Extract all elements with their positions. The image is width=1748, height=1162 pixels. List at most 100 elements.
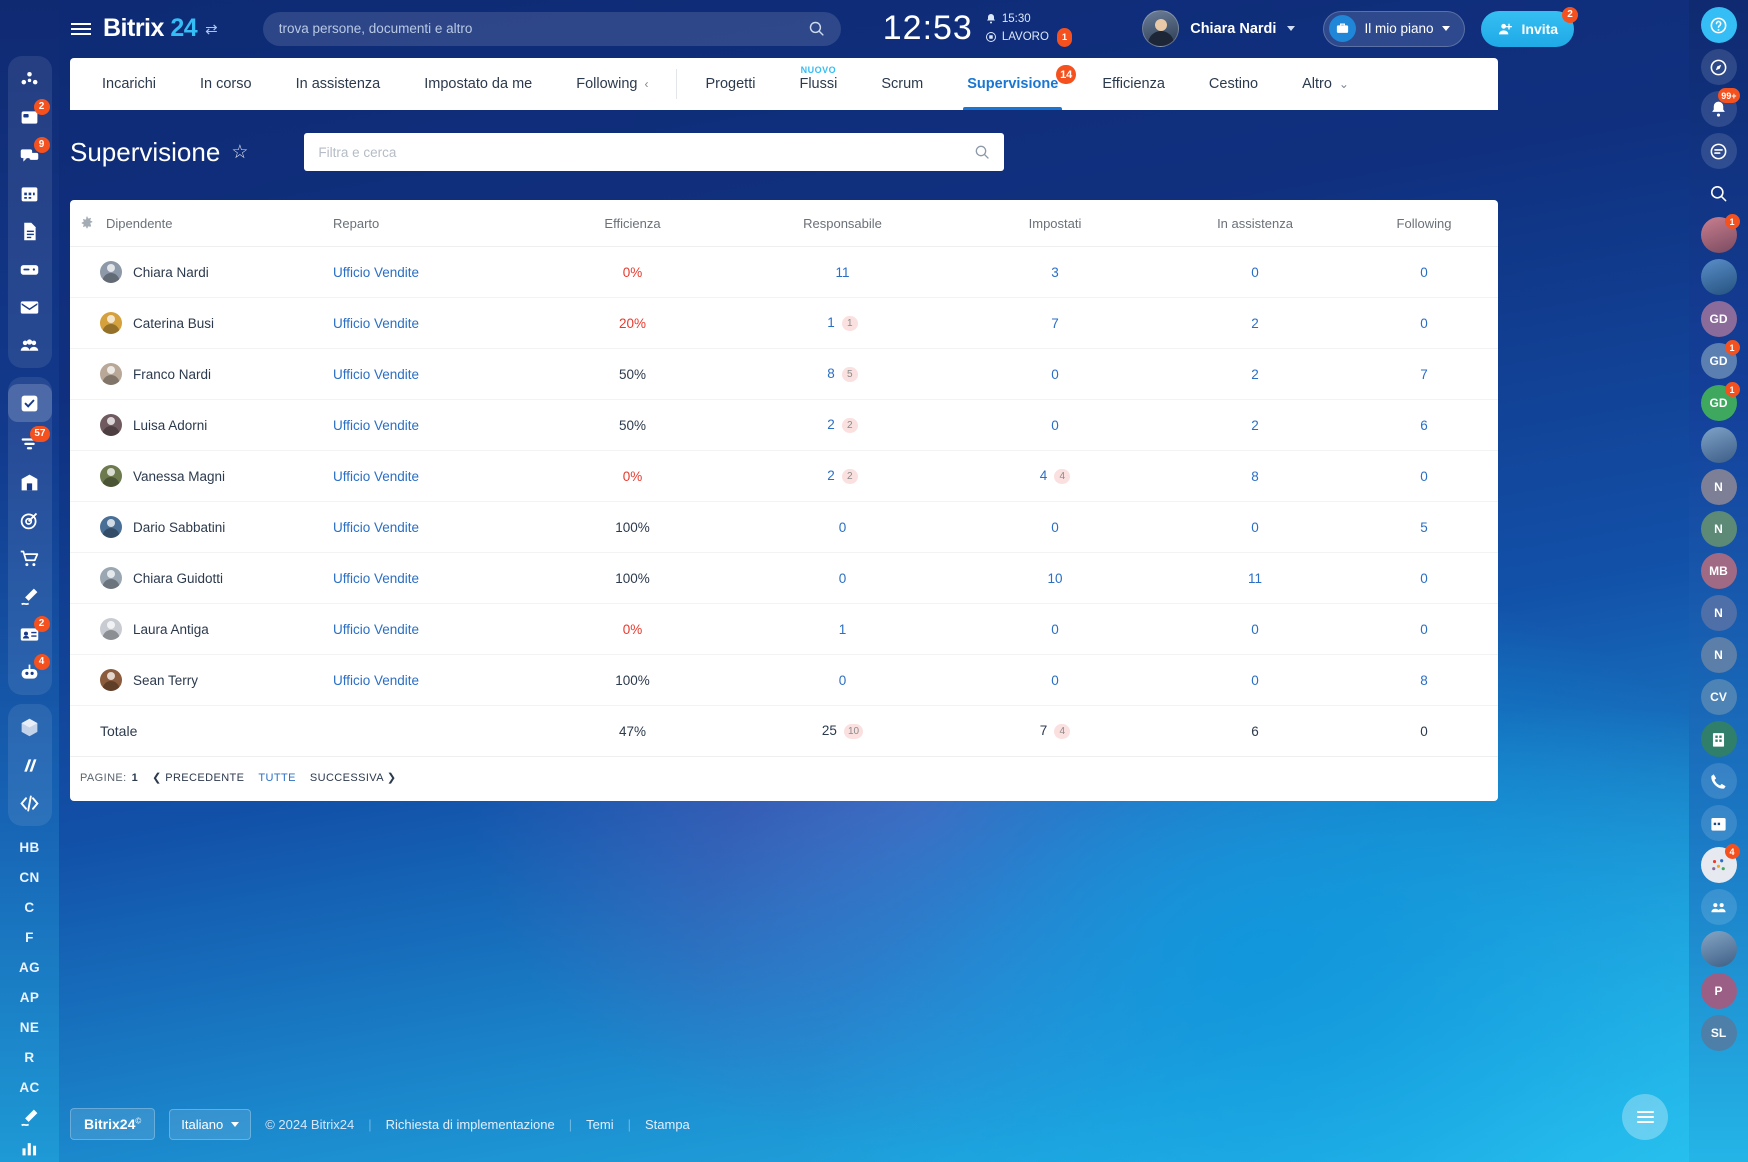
signature-icon[interactable] xyxy=(8,580,52,612)
initials-sl[interactable]: SL xyxy=(1701,1015,1737,1051)
phone-icon[interactable] xyxy=(1701,763,1737,799)
avatar4-icon[interactable] xyxy=(1701,931,1737,967)
initials-n3[interactable]: N xyxy=(1701,595,1737,631)
in-assistenza-value[interactable]: 2 xyxy=(1251,418,1259,433)
impostati-value[interactable]: 0 xyxy=(1051,622,1059,637)
compass-icon[interactable] xyxy=(1701,49,1737,85)
department-link[interactable]: Ufficio Vendite xyxy=(333,571,419,586)
department-link[interactable]: Ufficio Vendite xyxy=(333,469,419,484)
in-assistenza-value[interactable]: 0 xyxy=(1251,622,1259,637)
tab-in-corso[interactable]: In corso xyxy=(178,58,274,110)
sidebar-letter-ap[interactable]: AP xyxy=(8,986,52,1010)
chevron-down-icon[interactable] xyxy=(231,1122,239,1127)
table-row[interactable]: Vanessa MagniUfficio Vendite0%224480 xyxy=(70,451,1498,502)
sidebar-letter-ne[interactable]: NE xyxy=(8,1015,52,1039)
table-row[interactable]: Laura AntigaUfficio Vendite0%1000 xyxy=(70,604,1498,655)
responsabile-value[interactable]: 0 xyxy=(839,673,847,688)
responsabile-value[interactable]: 11 xyxy=(835,265,849,280)
invite-button[interactable]: Invita 2 xyxy=(1481,11,1575,47)
funnel-icon[interactable]: 57 xyxy=(8,428,52,460)
sidebar-letter-ac[interactable]: AC xyxy=(8,1075,52,1099)
department-link[interactable]: Ufficio Vendite xyxy=(333,367,419,382)
signature2-icon[interactable] xyxy=(8,1105,52,1129)
company-icon[interactable] xyxy=(8,466,52,498)
confetti-icon[interactable]: 4 xyxy=(1701,847,1737,883)
initials-n1[interactable]: N xyxy=(1701,469,1737,505)
tasks-icon[interactable] xyxy=(8,384,52,422)
initials-gd1[interactable]: GD xyxy=(1701,301,1737,337)
responsabile-value[interactable]: 0 xyxy=(839,520,847,535)
news-icon[interactable]: 2 xyxy=(8,101,52,133)
calendar2-icon[interactable] xyxy=(1701,805,1737,841)
tab-altro[interactable]: Altro⌄ xyxy=(1280,58,1371,110)
table-row[interactable]: Caterina BusiUfficio Vendite20%11720 xyxy=(70,298,1498,349)
initials-n2[interactable]: N xyxy=(1701,511,1737,547)
department-link[interactable]: Ufficio Vendite xyxy=(333,622,419,637)
following-value[interactable]: 7 xyxy=(1420,367,1428,382)
following-value[interactable]: 6 xyxy=(1420,418,1428,433)
tab-efficienza[interactable]: Efficienza xyxy=(1080,58,1187,110)
bot-icon[interactable]: 4 xyxy=(8,656,52,688)
search-icon[interactable] xyxy=(1701,175,1737,211)
department-link[interactable]: Ufficio Vendite xyxy=(333,265,419,280)
table-row[interactable]: Dario SabbatiniUfficio Vendite100%0005 xyxy=(70,502,1498,553)
avatar[interactable] xyxy=(1142,10,1179,47)
tab-supervisione[interactable]: Supervisione14 xyxy=(945,58,1080,110)
initials-cv[interactable]: CV xyxy=(1701,679,1737,715)
people-icon[interactable] xyxy=(1701,889,1737,925)
responsabile-value[interactable]: 1 xyxy=(827,315,835,330)
following-value[interactable]: 8 xyxy=(1420,673,1428,688)
collapse-icon[interactable]: ‹ xyxy=(644,77,648,91)
in-assistenza-value[interactable]: 0 xyxy=(1251,265,1259,280)
impostati-value[interactable]: 10 xyxy=(1047,571,1062,586)
col-dipendente[interactable]: Dipendente xyxy=(70,200,325,247)
impostati-value[interactable]: 0 xyxy=(1051,418,1059,433)
impostati-value[interactable]: 3 xyxy=(1051,265,1059,280)
tab-incarichi[interactable]: Incarichi xyxy=(80,58,178,110)
department-link[interactable]: Ufficio Vendite xyxy=(333,418,419,433)
sidebar-letter-f[interactable]: F xyxy=(8,926,52,950)
responsabile-value[interactable]: 0 xyxy=(839,571,847,586)
avatar3-icon[interactable] xyxy=(1701,427,1737,463)
department-link[interactable]: Ufficio Vendite xyxy=(333,316,419,331)
footer-link-implementazione[interactable]: Richiesta di implementazione xyxy=(386,1117,555,1132)
impostati-value[interactable]: 0 xyxy=(1051,520,1059,535)
tab-following[interactable]: Following‹ xyxy=(554,58,670,110)
target-icon[interactable] xyxy=(8,504,52,536)
bell-icon[interactable]: 99+ xyxy=(1701,91,1737,127)
sidebar-letter-cn[interactable]: CN xyxy=(8,866,52,890)
in-assistenza-value[interactable]: 8 xyxy=(1251,469,1259,484)
department-link[interactable]: Ufficio Vendite xyxy=(333,673,419,688)
col-efficienza[interactable]: Efficienza xyxy=(530,200,735,247)
marketing-icon[interactable] xyxy=(8,749,52,781)
global-search[interactable] xyxy=(263,12,841,46)
col-responsabile[interactable]: Responsabile xyxy=(735,200,950,247)
code-icon[interactable] xyxy=(8,787,52,819)
my-plan-button[interactable]: Il mio piano xyxy=(1323,11,1464,47)
in-assistenza-value[interactable]: 0 xyxy=(1251,520,1259,535)
following-value[interactable]: 0 xyxy=(1420,571,1428,586)
filter-input[interactable] xyxy=(318,145,974,160)
building-icon[interactable] xyxy=(1701,721,1737,757)
in-assistenza-value[interactable]: 2 xyxy=(1251,316,1259,331)
drive-icon[interactable] xyxy=(8,253,52,285)
col-impostati[interactable]: Impostati xyxy=(950,200,1160,247)
tab-in-assistenza[interactable]: In assistenza xyxy=(274,58,403,110)
avatar2-icon[interactable] xyxy=(1701,259,1737,295)
initials-mb[interactable]: MB xyxy=(1701,553,1737,589)
sidebar-letter-hb[interactable]: HB xyxy=(8,836,52,860)
following-value[interactable]: 0 xyxy=(1420,316,1428,331)
box-icon[interactable] xyxy=(8,711,52,743)
table-row[interactable]: Chiara NardiUfficio Vendite0%11300 xyxy=(70,247,1498,298)
floating-menu-button[interactable] xyxy=(1622,1094,1668,1140)
filter-search-box[interactable] xyxy=(304,133,1004,171)
switch-portal-icon[interactable]: ⇄ xyxy=(205,20,218,38)
analytics-icon[interactable] xyxy=(8,1135,52,1159)
messages-icon[interactable] xyxy=(1701,133,1737,169)
table-row[interactable]: Chiara GuidottiUfficio Vendite100%010110 xyxy=(70,553,1498,604)
table-row[interactable]: Franco NardiUfficio Vendite50%85027 xyxy=(70,349,1498,400)
col-in-assistenza[interactable]: In assistenza xyxy=(1160,200,1350,247)
sidebar-letter-ag[interactable]: AG xyxy=(8,956,52,980)
network-icon[interactable] xyxy=(8,63,52,95)
footer-link-temi[interactable]: Temi xyxy=(586,1117,613,1132)
